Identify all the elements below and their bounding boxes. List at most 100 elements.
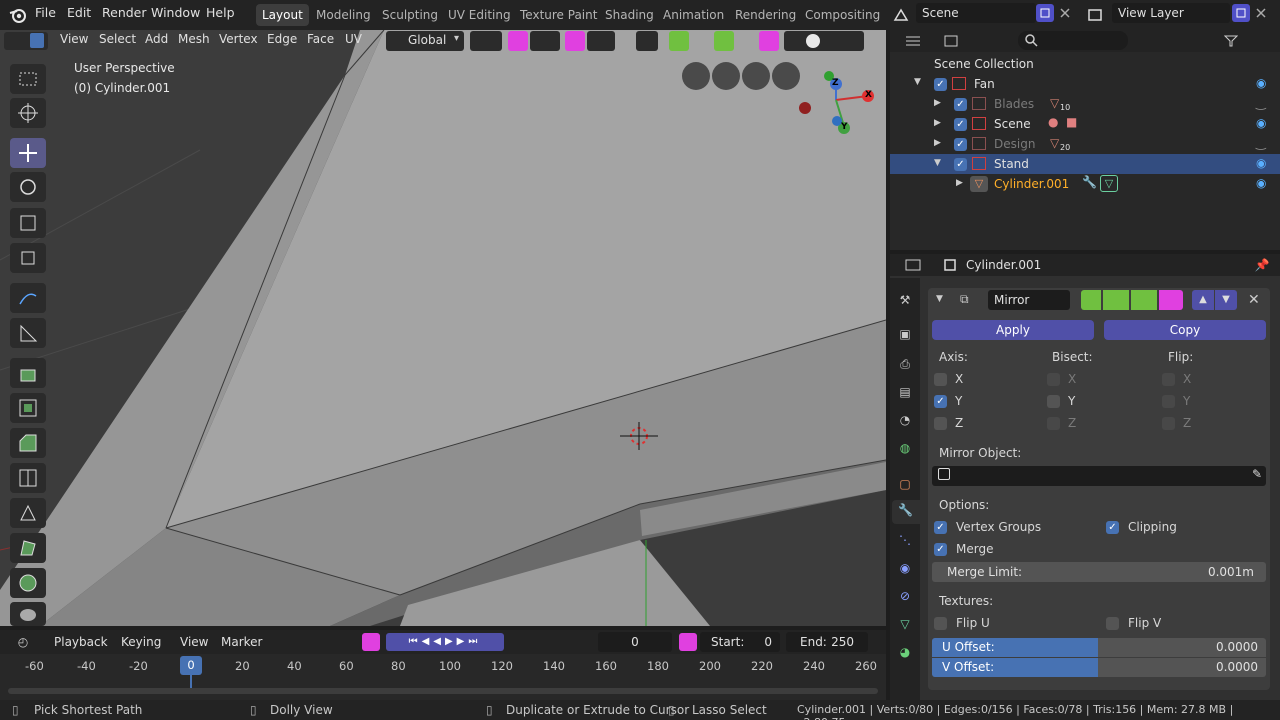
- mirror-object-field[interactable]: ✎: [932, 466, 1266, 486]
- tl-menu-marker[interactable]: Marker: [221, 635, 262, 649]
- tab-uv-editing[interactable]: UV Editing: [442, 4, 517, 26]
- menu-edit[interactable]: Edit: [67, 5, 91, 20]
- view-layer-tab-icon[interactable]: ▤: [894, 382, 916, 402]
- hidden-eye-icon[interactable]: ‿: [1256, 136, 1266, 150]
- rotate-tool-icon[interactable]: [10, 172, 46, 202]
- 3d-cursor-icon[interactable]: [620, 420, 660, 452]
- menu-window[interactable]: Window: [151, 5, 200, 20]
- close-icon[interactable]: ✕: [1248, 290, 1266, 310]
- modifier-tab-icon[interactable]: 🔧: [892, 500, 920, 524]
- cage-toggle-icon[interactable]: [1159, 290, 1183, 310]
- exclude-checkbox[interactable]: ✓: [954, 158, 967, 171]
- pivot-point-dropdown[interactable]: [470, 31, 502, 51]
- filter-icon[interactable]: [1216, 32, 1246, 50]
- vp-menu-mesh[interactable]: Mesh: [178, 32, 210, 46]
- scale-tool-icon[interactable]: [10, 208, 46, 238]
- move-up-icon[interactable]: ▲: [1192, 290, 1214, 310]
- knife-tool-icon[interactable]: [10, 498, 46, 528]
- auto-keying-icon[interactable]: [362, 633, 380, 651]
- flip-u-checkbox[interactable]: [934, 617, 947, 630]
- eye-icon[interactable]: ◉: [1256, 76, 1266, 90]
- data-tab-icon[interactable]: ▽: [894, 614, 916, 634]
- loop-cut-tool-icon[interactable]: [10, 463, 46, 493]
- camera-view-icon[interactable]: [712, 62, 740, 90]
- shading-mode-buttons[interactable]: [784, 31, 864, 51]
- outliner-item-blades[interactable]: ▶ ✓ Blades ▽ 10 ‿: [890, 94, 1280, 114]
- toggle-camera-icon[interactable]: [682, 62, 710, 90]
- tl-menu-keying[interactable]: Keying: [121, 635, 161, 649]
- edit-mode-toggle-icon[interactable]: [1081, 290, 1101, 310]
- proportional-edit-icon[interactable]: [565, 31, 585, 51]
- flip-y-checkbox[interactable]: [1162, 395, 1175, 408]
- outliner-item-stand[interactable]: ▼ ✓ Stand ◉: [890, 154, 1280, 174]
- blender-logo-icon[interactable]: [8, 6, 28, 24]
- editor-type-icon[interactable]: [898, 32, 928, 50]
- move-down-icon[interactable]: ▼: [1215, 290, 1237, 310]
- annotate-tool-icon[interactable]: [10, 283, 46, 313]
- vp-menu-vertex[interactable]: Vertex: [219, 32, 258, 46]
- menu-render[interactable]: Render: [102, 5, 147, 20]
- tab-rendering[interactable]: Rendering: [729, 4, 802, 26]
- poly-build-tool-icon[interactable]: [10, 533, 46, 563]
- playhead[interactable]: 0: [180, 656, 202, 675]
- bevel-tool-icon[interactable]: [10, 428, 46, 458]
- merge-limit-field[interactable]: Merge Limit: 0.001m: [932, 562, 1266, 582]
- eye-icon[interactable]: ◉: [1256, 156, 1266, 170]
- expand-arrow-icon[interactable]: ▶: [934, 138, 941, 148]
- transform-orientation-dropdown[interactable]: Global ▾: [386, 31, 464, 51]
- menu-help[interactable]: Help: [206, 5, 235, 20]
- timeline-scrollbar[interactable]: [8, 688, 878, 694]
- tl-menu-view[interactable]: View: [180, 635, 208, 649]
- smooth-tool-icon[interactable]: [10, 602, 46, 626]
- vp-menu-view[interactable]: View: [60, 32, 88, 46]
- constraints-tab-icon[interactable]: ⊘: [894, 586, 916, 606]
- start-frame-field[interactable]: Start: 0: [700, 632, 780, 652]
- delete-scene-icon[interactable]: [1056, 4, 1074, 22]
- vp-menu-face[interactable]: Face: [307, 32, 334, 46]
- scene-tab-icon[interactable]: ◔: [894, 410, 916, 430]
- scene-selector[interactable]: Scene: [916, 3, 1036, 23]
- editor-type-icon[interactable]: ◴: [8, 633, 38, 651]
- exclude-checkbox[interactable]: ✓: [954, 138, 967, 151]
- tool-settings-tab-icon[interactable]: ⚒: [894, 290, 916, 310]
- bisect-z-checkbox[interactable]: [1047, 417, 1060, 430]
- expand-arrow-icon[interactable]: ▼: [934, 158, 941, 168]
- visibility-icon[interactable]: [636, 31, 658, 51]
- view-layer-selector[interactable]: View Layer: [1112, 3, 1230, 23]
- expand-arrow-icon[interactable]: ▶: [956, 178, 963, 188]
- select-box-tool-icon[interactable]: [10, 64, 46, 94]
- navigation-gizmo[interactable]: Z X Y: [796, 66, 882, 138]
- new-scene-icon[interactable]: [1036, 4, 1054, 22]
- render-tab-icon[interactable]: ▣: [894, 324, 916, 344]
- outliner-item-fan[interactable]: ▼ ✓ Fan ◉: [890, 74, 1280, 94]
- pin-icon[interactable]: 📌: [1252, 256, 1272, 274]
- expand-arrow-icon[interactable]: ▼: [914, 77, 921, 87]
- move-tool-icon[interactable]: [10, 138, 46, 168]
- overlay-toggle-icon[interactable]: [714, 31, 734, 51]
- collapse-arrow-icon[interactable]: ▼: [936, 294, 943, 304]
- tab-texture-paint[interactable]: Texture Paint: [514, 4, 603, 26]
- tab-compositing[interactable]: Compositing: [799, 4, 886, 26]
- end-frame-field[interactable]: End: 250: [786, 632, 868, 652]
- render-toggle-icon[interactable]: [1131, 290, 1157, 310]
- proportional-falloff-dropdown[interactable]: [587, 31, 615, 51]
- xray-toggle-icon[interactable]: [759, 31, 779, 51]
- object-tab-icon[interactable]: ▢: [894, 474, 916, 494]
- bisect-y-checkbox[interactable]: [1047, 395, 1060, 408]
- axis-x-checkbox[interactable]: [934, 373, 947, 386]
- new-view-layer-icon[interactable]: [1232, 4, 1250, 22]
- vertex-groups-checkbox[interactable]: ✓: [934, 521, 947, 534]
- flip-z-checkbox[interactable]: [1162, 417, 1175, 430]
- face-select-mode-icon[interactable]: [30, 33, 44, 48]
- output-tab-icon[interactable]: ⎙: [894, 354, 916, 374]
- expand-arrow-icon[interactable]: ▶: [934, 118, 941, 128]
- editor-type-icon[interactable]: [898, 256, 928, 274]
- tab-layout[interactable]: Layout: [256, 4, 309, 26]
- particles-tab-icon[interactable]: ⋱: [894, 530, 916, 550]
- delete-view-layer-icon[interactable]: [1252, 4, 1270, 22]
- apply-button[interactable]: Apply: [932, 320, 1094, 340]
- merge-checkbox[interactable]: ✓: [934, 543, 947, 556]
- spin-tool-icon[interactable]: [10, 568, 46, 598]
- flip-v-checkbox[interactable]: [1106, 617, 1119, 630]
- expand-arrow-icon[interactable]: ▶: [934, 98, 941, 108]
